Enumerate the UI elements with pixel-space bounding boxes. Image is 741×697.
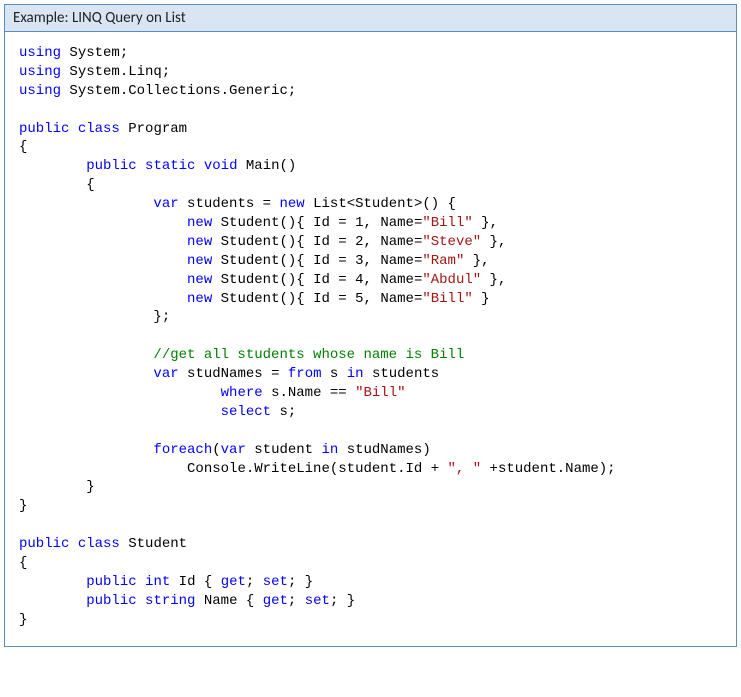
kw-set: set <box>305 593 330 609</box>
kw-in: in <box>321 442 338 458</box>
var-studnames: studNames <box>187 366 263 382</box>
field-name: Name <box>204 593 238 609</box>
kw-from: from <box>288 366 322 382</box>
type-student: Student <box>221 272 280 288</box>
field-name: Name <box>565 461 599 477</box>
val-name: "Ram" <box>422 253 464 269</box>
class-program: Program <box>128 121 187 137</box>
kw-foreach: foreach <box>153 442 212 458</box>
var-s: s <box>279 404 287 420</box>
kw-new: new <box>187 291 212 307</box>
field-name: Name <box>380 291 414 307</box>
ns-linq: System.Linq <box>69 64 161 80</box>
type-student: Student <box>221 234 280 250</box>
kw-public: public <box>86 574 136 590</box>
kw-new: new <box>187 234 212 250</box>
val-name: "Bill" <box>422 291 472 307</box>
val-name: "Steve" <box>422 234 481 250</box>
kw-var: var <box>153 196 178 212</box>
val-name: "Abdul" <box>422 272 481 288</box>
header-prefix: Example: <box>13 9 69 27</box>
field-id: Id <box>313 253 330 269</box>
comment-line: //get all students whose name is Bill <box>153 347 464 363</box>
kw-public: public <box>86 158 136 174</box>
field-name: Name <box>288 385 322 401</box>
field-id: Id <box>179 574 196 590</box>
var-student: student <box>254 442 313 458</box>
kw-public: public <box>19 121 69 137</box>
kw-void: void <box>204 158 238 174</box>
var-students: students <box>187 196 254 212</box>
field-id: Id <box>313 272 330 288</box>
field-id: Id <box>406 461 423 477</box>
str-bill: "Bill" <box>355 385 405 401</box>
field-name: Name <box>380 215 414 231</box>
field-name: Name <box>380 253 414 269</box>
method-main: Main <box>246 158 280 174</box>
kw-new: new <box>187 253 212 269</box>
field-id: Id <box>313 234 330 250</box>
val-id: 3 <box>355 253 363 269</box>
val-id: 1 <box>355 215 363 231</box>
var-student: student <box>498 461 557 477</box>
kw-var: var <box>221 442 246 458</box>
val-id: 2 <box>355 234 363 250</box>
var-student: student <box>338 461 397 477</box>
field-name: Name <box>380 234 414 250</box>
field-id: Id <box>313 215 330 231</box>
kw-get: get <box>263 593 288 609</box>
type-student: Student <box>221 253 280 269</box>
var-students: students <box>372 366 439 382</box>
kw-get: get <box>221 574 246 590</box>
kw-string: string <box>145 593 195 609</box>
kw-new: new <box>187 215 212 231</box>
val-name: "Bill" <box>422 215 472 231</box>
kw-var: var <box>153 366 178 382</box>
kw-using: using <box>19 45 61 61</box>
type-console: Console <box>187 461 246 477</box>
kw-set: set <box>263 574 288 590</box>
type-list: List <box>313 196 347 212</box>
kw-class: class <box>78 121 120 137</box>
val-id: 5 <box>355 291 363 307</box>
ns-system: System <box>69 45 119 61</box>
field-name: Name <box>380 272 414 288</box>
kw-select: select <box>221 404 271 420</box>
code-block: using System; using System.Linq; using S… <box>5 32 736 646</box>
ns-collections: System.Collections.Generic <box>69 83 287 99</box>
header-title: LINQ Query on List <box>72 9 186 27</box>
type-student: Student <box>355 196 414 212</box>
var-s: s <box>330 366 338 382</box>
type-student: Student <box>221 291 280 307</box>
class-student: Student <box>128 536 187 552</box>
kw-class: class <box>78 536 120 552</box>
type-student: Student <box>221 215 280 231</box>
field-id: Id <box>313 291 330 307</box>
kw-int: int <box>145 574 170 590</box>
kw-in: in <box>347 366 364 382</box>
str-sep: ", " <box>448 461 482 477</box>
var-studnames: studNames <box>347 442 423 458</box>
kw-using: using <box>19 64 61 80</box>
kw-where: where <box>221 385 263 401</box>
var-s: s <box>271 385 279 401</box>
kw-new: new <box>279 196 304 212</box>
kw-public: public <box>19 536 69 552</box>
kw-using: using <box>19 83 61 99</box>
val-id: 4 <box>355 272 363 288</box>
kw-static: static <box>145 158 195 174</box>
method-writeline: WriteLine <box>254 461 330 477</box>
kw-public: public <box>86 593 136 609</box>
kw-new: new <box>187 272 212 288</box>
example-header: Example: LINQ Query on List <box>5 5 736 32</box>
example-container: Example: LINQ Query on List using System… <box>4 4 737 647</box>
